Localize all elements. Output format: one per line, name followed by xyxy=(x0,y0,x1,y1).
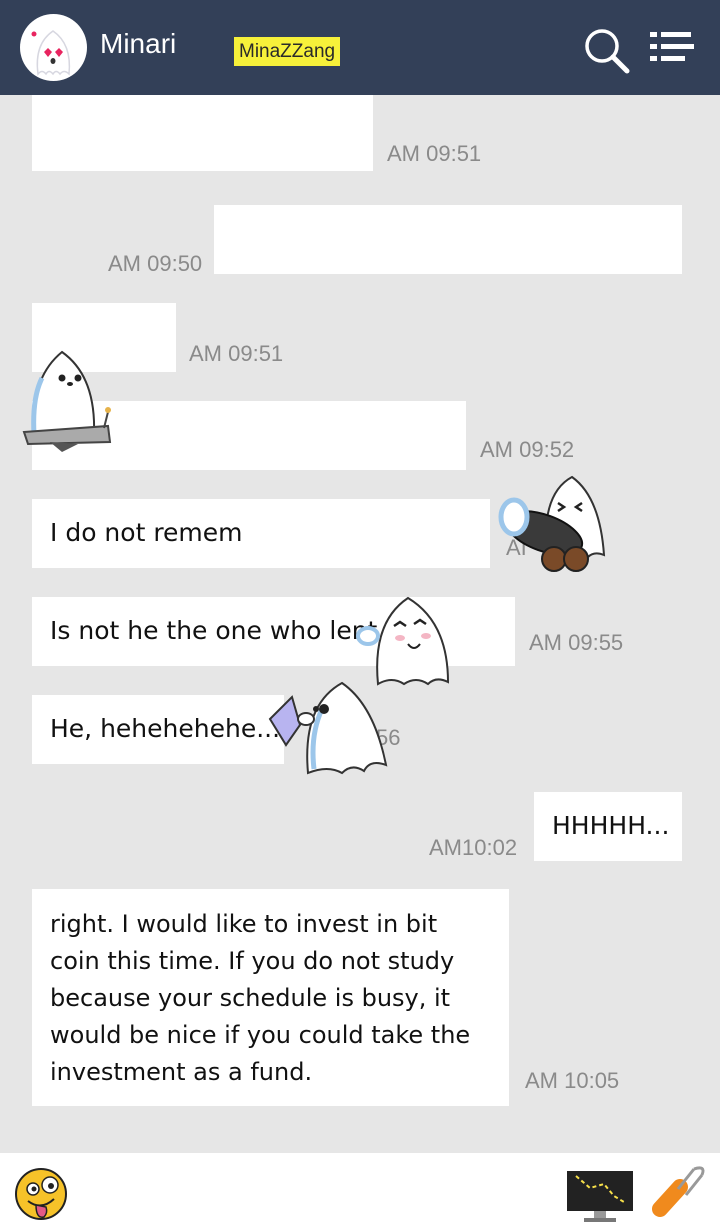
message-bubble[interactable] xyxy=(214,205,682,274)
search-icon[interactable] xyxy=(582,26,632,76)
ghost-pillow-sticker xyxy=(266,675,390,783)
message-time: AM 09:51 xyxy=(387,141,482,166)
monitor-icon[interactable] xyxy=(566,1170,634,1224)
message-time: AM 09:50 xyxy=(108,251,203,276)
top-bar: Minari MinaZZang xyxy=(0,0,720,95)
message-time: AM 10:05 xyxy=(525,1068,620,1093)
menu-list-icon[interactable] xyxy=(650,30,694,64)
nickname-badge: MinaZZang xyxy=(234,37,341,66)
emoji-face-icon[interactable] xyxy=(14,1167,68,1221)
message-bubble[interactable] xyxy=(32,95,373,171)
paper-clip-icon[interactable] xyxy=(648,1163,708,1225)
message-time: AM10:02 xyxy=(429,835,518,860)
message-bubble[interactable]: He, hehehehehe... xyxy=(32,695,284,764)
message-time: AM 09:51 xyxy=(189,341,284,366)
chat-area[interactable]: AM 09:51 AM 09:50 AM 09:51 AM 09:52 I do… xyxy=(0,95,720,1153)
ghost-machine-sticker xyxy=(22,348,116,460)
message-time: AM 09:55 xyxy=(529,630,624,655)
avatar-ghost-icon[interactable] xyxy=(20,14,87,81)
chat-title: Minari xyxy=(100,28,177,59)
message-bubble[interactable]: right. I would like to invest in bit coi… xyxy=(32,889,509,1106)
message-bubble[interactable]: HHHHH... xyxy=(534,792,682,861)
ghost-cannon-sticker xyxy=(496,473,616,577)
message-bubble[interactable]: I do not remem xyxy=(32,499,490,568)
bottom-bar xyxy=(0,1153,720,1232)
message-time: AM 09:52 xyxy=(480,437,575,462)
